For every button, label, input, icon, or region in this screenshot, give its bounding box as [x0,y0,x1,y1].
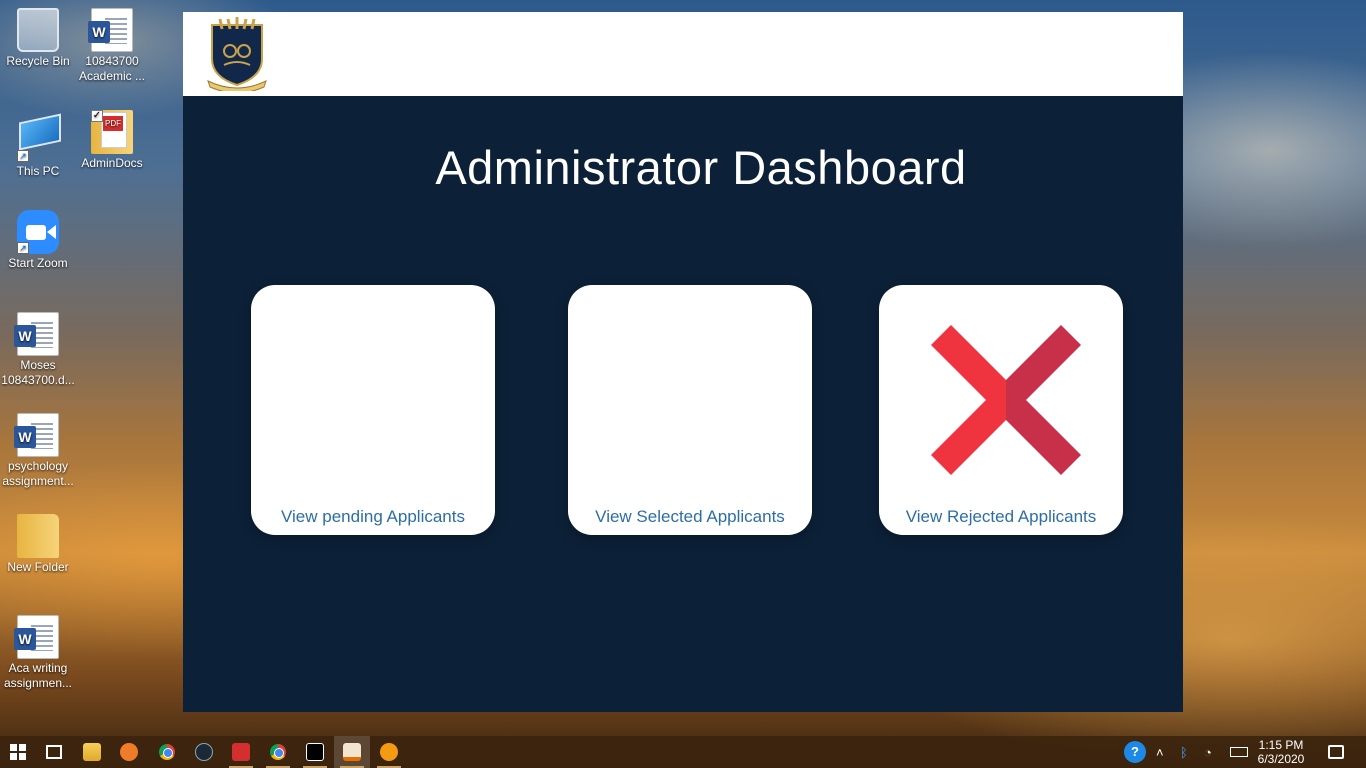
folder-icon [17,514,59,558]
admin-dashboard-window: Administrator Dashboard View pending App… [183,12,1183,712]
file-explorer-button[interactable] [74,736,110,768]
taskbar: ? ˄ ᛒ ◔ 1:15 PM 6/3/2020 [0,736,1366,768]
view-rejected-applicants-card[interactable]: View Rejected Applicants [879,285,1123,535]
intellij-button[interactable] [297,736,333,768]
desktop-icon-recycle-bin[interactable]: Recycle Bin [0,8,76,69]
desktop-icon-label: This PC [16,164,60,178]
notifications-button[interactable] [1318,736,1354,768]
university-crest-logo [207,17,267,91]
desktop-icon-start-zoom[interactable]: ↗ Start Zoom [0,210,76,271]
steam-icon [195,743,213,761]
view-rejected-applicants-link[interactable]: View Rejected Applicants [879,507,1123,527]
start-icon [10,744,26,760]
word-document-icon: W [14,413,59,457]
desktop-icon-label: Aca writing assignmen... [3,661,73,690]
view-pending-applicants-card[interactable]: View pending Applicants [251,285,495,535]
task-view-icon [46,745,62,759]
steam-button[interactable] [186,736,222,768]
desktop-icon-moses-doc[interactable]: W Moses 10843700.d... [0,312,76,388]
pdf-folder-icon: ✓ [91,110,133,154]
bluetooth-icon[interactable]: ᛒ [1180,745,1194,760]
app-header [183,12,1183,96]
view-selected-applicants-link[interactable]: View Selected Applicants [568,507,812,527]
paint-icon [120,743,138,761]
battery-icon[interactable] [1230,747,1248,757]
page-title: Administrator Dashboard [435,141,967,194]
clock-date: 6/3/2020 [1257,752,1305,766]
desktop-icon-label: 10843700 Academic ... [78,54,146,83]
chrome-button-2[interactable] [260,736,296,768]
desktop-icon-admindocs[interactable]: ✓ AdminDocs [74,110,150,171]
desktop-icon-label: Recycle Bin [6,54,70,68]
notification-icon [1328,745,1344,759]
desktop-icon-this-pc[interactable]: ↗ This PC [0,110,76,179]
chrome-icon [159,744,175,760]
task-view-button[interactable] [36,736,72,768]
view-selected-applicants-card[interactable]: View Selected Applicants [568,285,812,535]
clock-time: 1:15 PM [1258,738,1304,752]
word-document-icon: W [14,615,59,659]
file-explorer-icon [83,743,101,761]
desktop-icon-label: Moses 10843700.d... [1,358,75,387]
start-button[interactable] [0,736,36,768]
desktop-icon-psychology-doc[interactable]: W psychology assignment... [0,413,76,489]
help-icon[interactable]: ? [1124,741,1146,763]
wifi-icon[interactable]: ◔ [1204,745,1220,760]
desktop-icon-academic-doc[interactable]: W 10843700 Academic ... [74,8,150,84]
chevron-up-icon[interactable]: ˄ [1156,745,1170,760]
desktop-icon-label: Start Zoom [8,256,68,270]
desktop-icon-label: AdminDocs [81,156,143,170]
acrobat-button[interactable] [223,736,259,768]
chrome-icon [270,744,286,760]
view-pending-applicants-link[interactable]: View pending Applicants [251,507,495,527]
app-icon [380,743,398,761]
desktop-icon-new-folder[interactable]: New Folder [0,514,76,575]
word-document-icon: W [88,8,133,52]
desktop-icon-label: psychology assignment... [2,459,74,488]
recycle-bin-icon [17,8,59,52]
java-icon [343,743,361,761]
acrobat-icon [232,743,250,761]
word-document-icon: W [14,312,59,356]
java-app-button[interactable] [334,736,370,768]
system-tray: ? ˄ ᛒ ◔ [1124,736,1248,768]
desktop-icon-label: New Folder [7,560,69,574]
desktop-icon-aca-writing-doc[interactable]: W Aca writing assignmen... [0,615,76,691]
zoom-icon: ↗ [17,210,59,254]
chrome-button[interactable] [149,736,185,768]
red-x-icon [931,325,1081,475]
this-pc-icon: ↗ [17,113,61,162]
paint-button[interactable] [111,736,147,768]
intellij-icon [306,743,324,761]
app-button[interactable] [371,736,407,768]
taskbar-clock[interactable]: 1:15 PM 6/3/2020 [1248,738,1314,766]
